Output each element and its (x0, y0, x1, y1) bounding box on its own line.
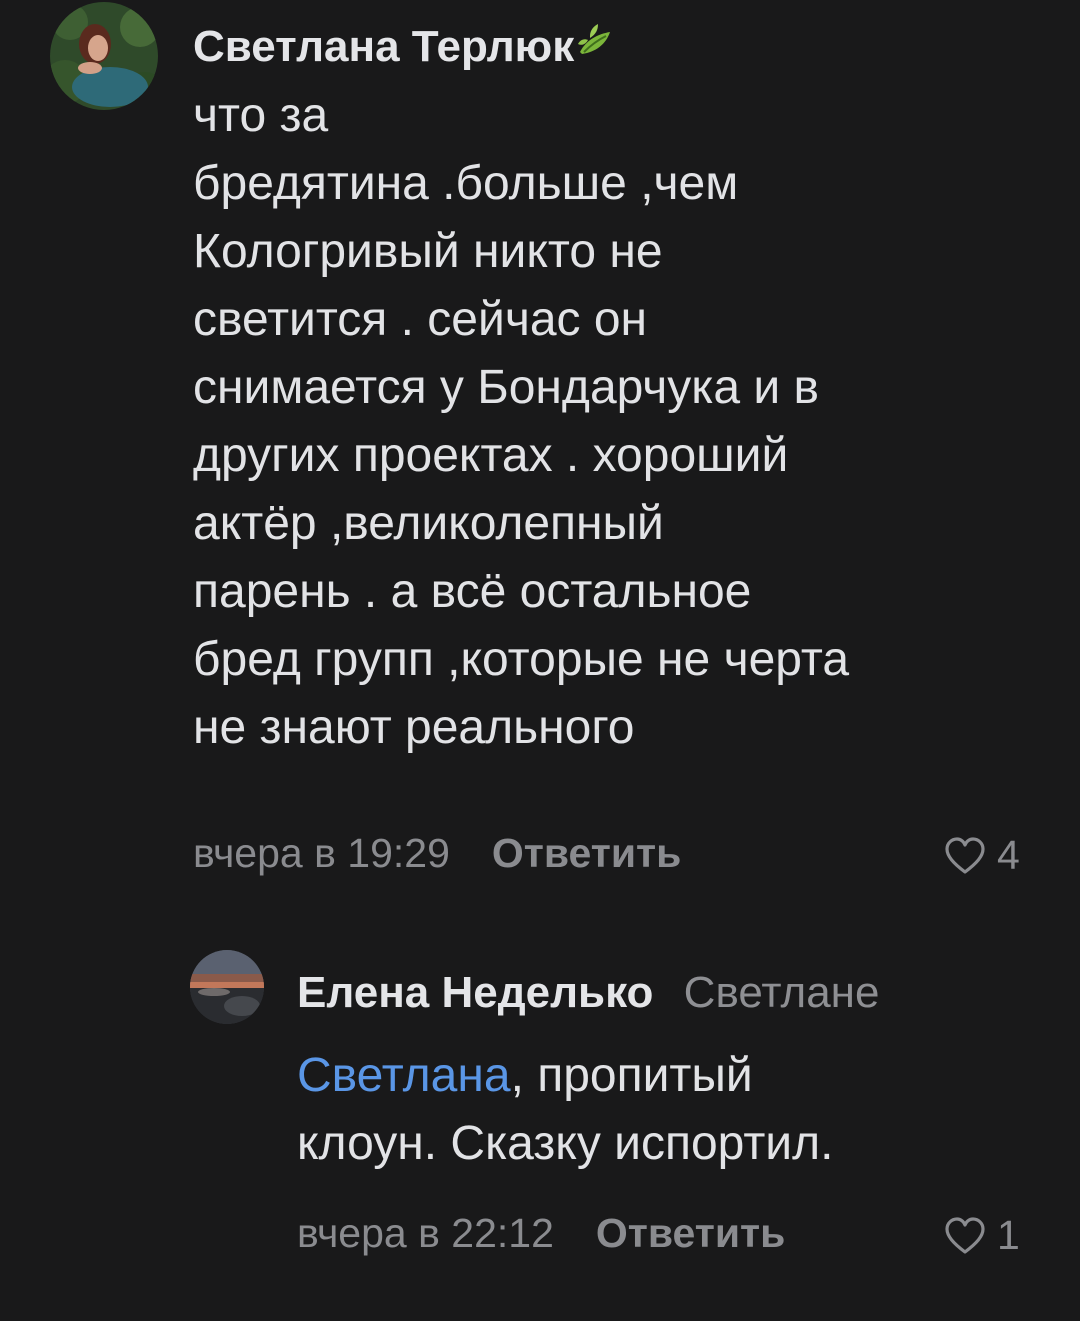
mention-link[interactable]: Светлана (297, 1049, 511, 1102)
reply-to-label[interactable]: Светлане (684, 968, 880, 1017)
author-name-text[interactable]: Елена Неделько (297, 968, 653, 1017)
reply-button[interactable]: Ответить (596, 1210, 785, 1256)
leaf-icon (576, 22, 614, 73)
author-name[interactable]: Светлана Терлюк (193, 22, 614, 73)
comment: Светлана Терлюк что за бредятина .больше… (0, 0, 1080, 900)
avatar[interactable] (50, 2, 158, 110)
heart-icon (945, 836, 985, 874)
comment-text: Светлана, пропитый клоун. Сказку испорти… (297, 1042, 1057, 1178)
reply-comment: Елена Неделько Светлане Светлана, пропит… (0, 930, 1080, 1290)
avatar[interactable] (190, 950, 264, 1024)
comment-time: вчера в 22:12 (297, 1210, 554, 1256)
comment-time: вчера в 19:29 (193, 830, 450, 876)
author-name-text: Светлана Терлюк (193, 22, 575, 71)
heart-icon (945, 1216, 985, 1254)
comment-meta: вчера в 19:29 Ответить (193, 830, 681, 877)
like-button[interactable]: 1 (943, 1212, 1020, 1259)
author-name: Елена Неделько Светлане (297, 968, 879, 1018)
reply-button[interactable]: Ответить (492, 830, 681, 876)
like-count: 4 (997, 832, 1020, 878)
like-count: 1 (997, 1212, 1020, 1258)
comment-meta: вчера в 22:12 Ответить (297, 1210, 785, 1257)
comment-text: что за бредятина .больше ,чем Кологривый… (193, 89, 850, 754)
like-button[interactable]: 4 (943, 832, 1020, 879)
